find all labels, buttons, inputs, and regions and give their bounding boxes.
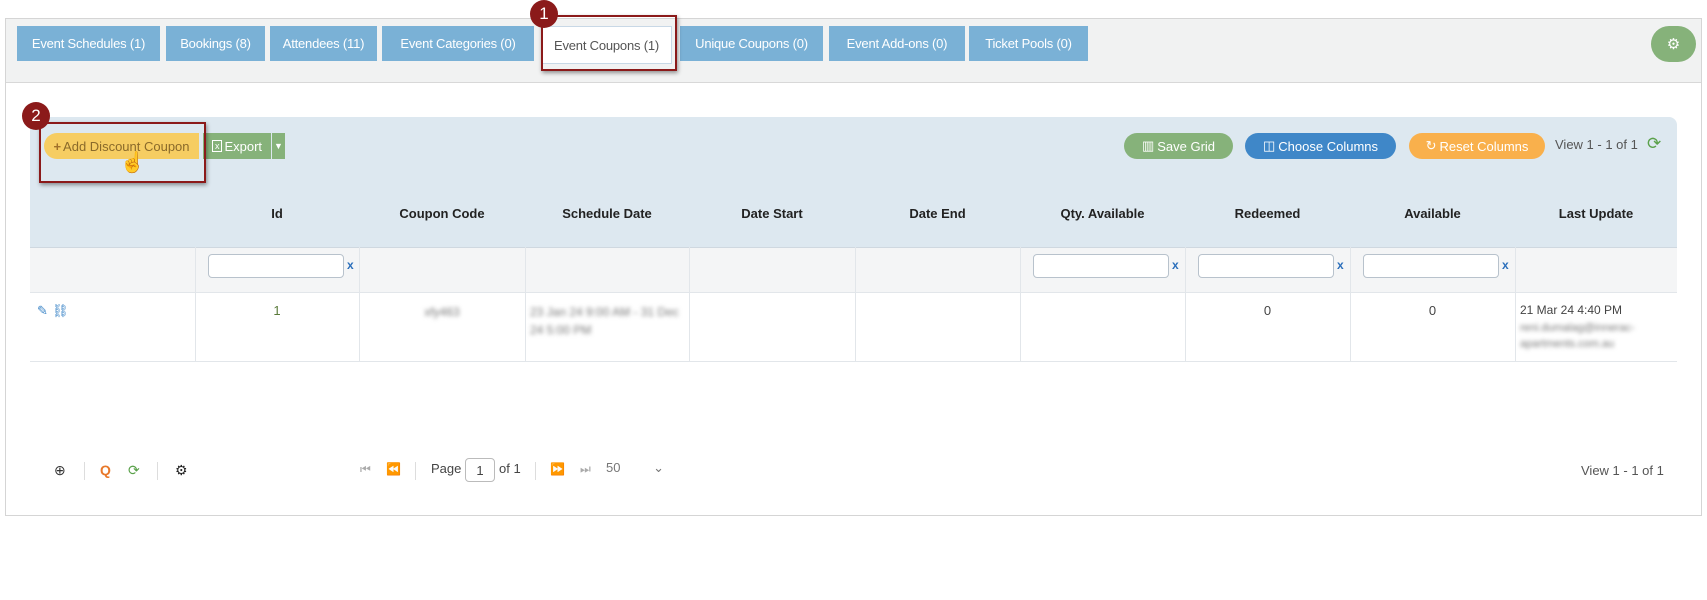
column-header-date-start[interactable]: Date Start <box>689 206 855 221</box>
column-header-coupon-code[interactable]: Coupon Code <box>359 206 525 221</box>
page-label: Page <box>431 461 462 476</box>
page-size-value: 50 <box>606 460 621 475</box>
annotation-box-1 <box>541 15 677 71</box>
tab-bookings[interactable]: Bookings (8) <box>166 26 265 61</box>
choose-columns-button[interactable]: ◫ Choose Columns <box>1245 133 1396 159</box>
cell-id: 1 <box>273 303 281 318</box>
settings-gears-button[interactable]: ⚙ <box>1651 26 1696 62</box>
divider <box>525 247 526 362</box>
column-header-qty-available[interactable]: Qty. Available <box>1020 206 1185 221</box>
tab-ticket-pools[interactable]: Ticket Pools (0) <box>969 26 1088 61</box>
tab-event-add-ons[interactable]: Event Add-ons (0) <box>829 26 965 61</box>
column-header-last-update[interactable]: Last Update <box>1515 206 1677 221</box>
filter-available-input[interactable] <box>1363 254 1499 278</box>
column-header-id[interactable]: Id <box>195 206 359 221</box>
search-zoom-icon[interactable]: ⊕ <box>54 462 66 479</box>
divider <box>855 247 856 362</box>
caret-down-icon: ▼ <box>274 141 283 151</box>
gear-icon[interactable]: ⚙ <box>175 462 188 479</box>
page-of-label: of 1 <box>499 461 521 476</box>
annotation-number-2: 2 <box>22 102 50 130</box>
choose-columns-label: Choose Columns <box>1278 138 1378 154</box>
columns-icon: ◫ <box>1262 138 1276 153</box>
reset-icon: ↻ <box>1425 138 1437 153</box>
save-grid-button[interactable]: ▥ Save Grid <box>1124 133 1233 159</box>
filter-id-input[interactable] <box>208 254 344 278</box>
cell-schedule-date: 23 Jan 24 9:00 AM - 31 Dec 24 5:00 PM <box>530 305 679 337</box>
next-page-icon[interactable]: ⏩ <box>550 462 565 476</box>
edit-icon[interactable]: ✎ <box>37 303 48 319</box>
cell-available: 0 <box>1428 303 1437 318</box>
unlink-icon[interactable]: ⛓ <box>52 303 69 319</box>
clear-filter-qty-available[interactable]: x <box>1172 258 1179 272</box>
page-input[interactable] <box>465 458 495 482</box>
view-count-top: View 1 - 1 of 1 <box>1555 137 1638 152</box>
last-page-icon[interactable]: ⏭ <box>580 462 591 477</box>
first-page-icon[interactable]: ⏮ <box>360 462 371 477</box>
search-icon[interactable]: Q <box>100 462 111 478</box>
divider <box>415 462 416 480</box>
cell-coupon-code: xfy463 <box>424 305 460 319</box>
chevron-down-icon: ⌄ <box>653 460 664 475</box>
prev-page-icon[interactable]: ⏪ <box>386 462 401 476</box>
export-button[interactable]: x Export <box>203 133 271 159</box>
annotation-number-1: 1 <box>530 0 558 28</box>
divider <box>84 462 85 480</box>
cell-redeemed: 0 <box>1263 303 1272 318</box>
bar-chart-icon: ▥ <box>1141 138 1155 153</box>
tab-event-categories[interactable]: Event Categories (0) <box>382 26 534 61</box>
tab-attendees[interactable]: Attendees (11) <box>270 26 377 61</box>
gears-icon: ⚙ <box>1666 36 1681 53</box>
page-size-select[interactable]: 50 ⌄ <box>606 460 664 482</box>
filter-qty-available-input[interactable] <box>1033 254 1169 278</box>
export-label: Export <box>224 138 263 154</box>
divider <box>1515 247 1516 362</box>
view-count-bottom: View 1 - 1 of 1 <box>1581 463 1664 478</box>
column-header-schedule-date[interactable]: Schedule Date <box>525 206 689 221</box>
column-header-available[interactable]: Available <box>1350 206 1515 221</box>
column-header-redeemed[interactable]: Redeemed <box>1185 206 1350 221</box>
divider <box>157 462 158 480</box>
reset-columns-label: Reset Columns <box>1439 138 1529 154</box>
divider <box>1020 247 1021 362</box>
clear-filter-redeemed[interactable]: x <box>1337 258 1344 272</box>
excel-icon: x <box>211 140 223 152</box>
hand-cursor-icon: ☝ <box>120 152 145 174</box>
tab-event-schedules[interactable]: Event Schedules (1) <box>17 26 160 61</box>
save-grid-label: Save Grid <box>1157 138 1216 154</box>
clear-filter-available[interactable]: x <box>1502 258 1509 272</box>
divider <box>535 462 536 480</box>
tab-unique-coupons[interactable]: Unique Coupons (0) <box>680 26 823 61</box>
refresh-icon[interactable]: ⟳ <box>128 462 140 479</box>
reset-columns-button[interactable]: ↻ Reset Columns <box>1409 133 1545 159</box>
filter-redeemed-input[interactable] <box>1198 254 1334 278</box>
cell-last-update-by: reni.dumalag@innerac-apartments.com.au <box>1520 322 1635 350</box>
cell-last-update: 21 Mar 24 4:40 PM <box>1520 303 1623 317</box>
refresh-icon[interactable]: ⟳ <box>1647 134 1661 154</box>
divider <box>689 247 690 362</box>
clear-filter-id[interactable]: x <box>347 258 354 272</box>
export-dropdown-caret[interactable]: ▼ <box>272 133 285 159</box>
column-header-date-end[interactable]: Date End <box>855 206 1020 221</box>
